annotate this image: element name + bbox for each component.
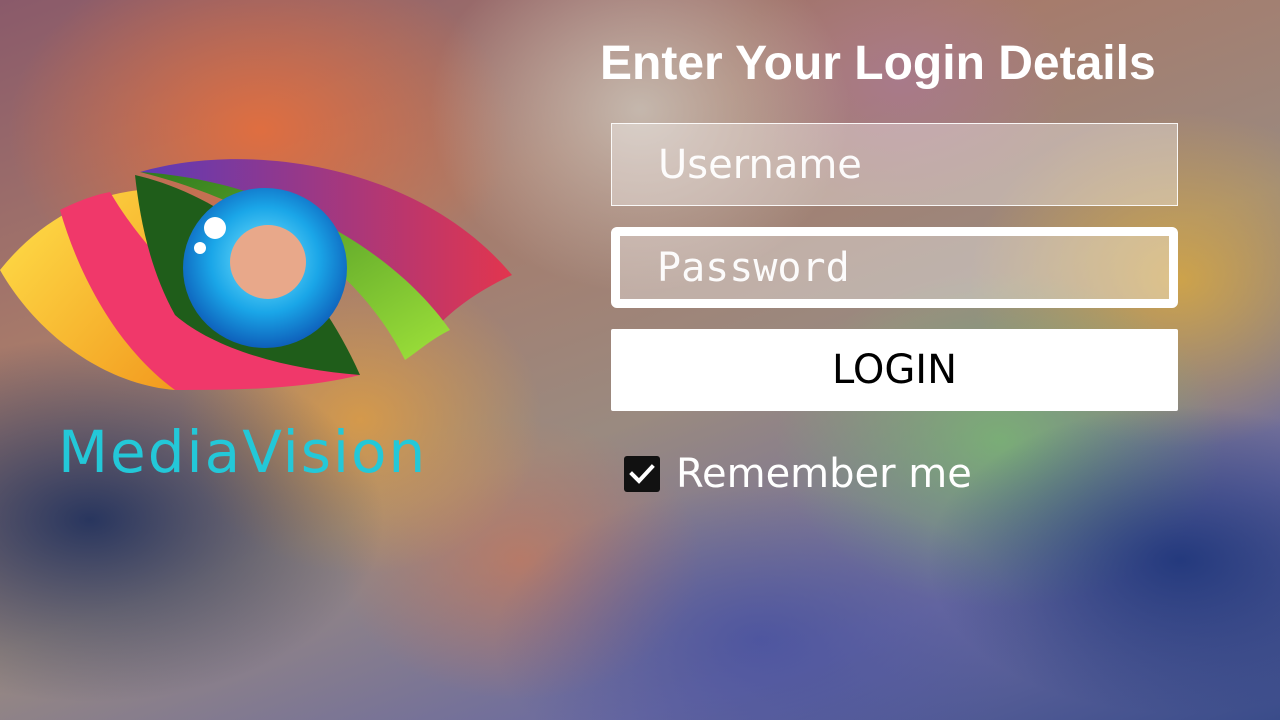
brand-logo: MediaVision <box>0 150 520 490</box>
remember-me-label: Remember me <box>676 451 972 497</box>
page-title: Enter Your Login Details <box>600 37 1156 90</box>
remember-me-checkbox[interactable]: Remember me <box>624 451 972 497</box>
login-button[interactable]: LOGIN <box>611 329 1178 411</box>
password-input[interactable] <box>620 236 1169 299</box>
checkmark-icon <box>629 464 655 484</box>
checkbox-box[interactable] <box>624 456 660 492</box>
brand-name: MediaVision <box>58 418 428 486</box>
password-field-frame[interactable] <box>611 227 1178 308</box>
eye-logo-icon <box>0 159 512 390</box>
username-input[interactable] <box>611 123 1178 206</box>
